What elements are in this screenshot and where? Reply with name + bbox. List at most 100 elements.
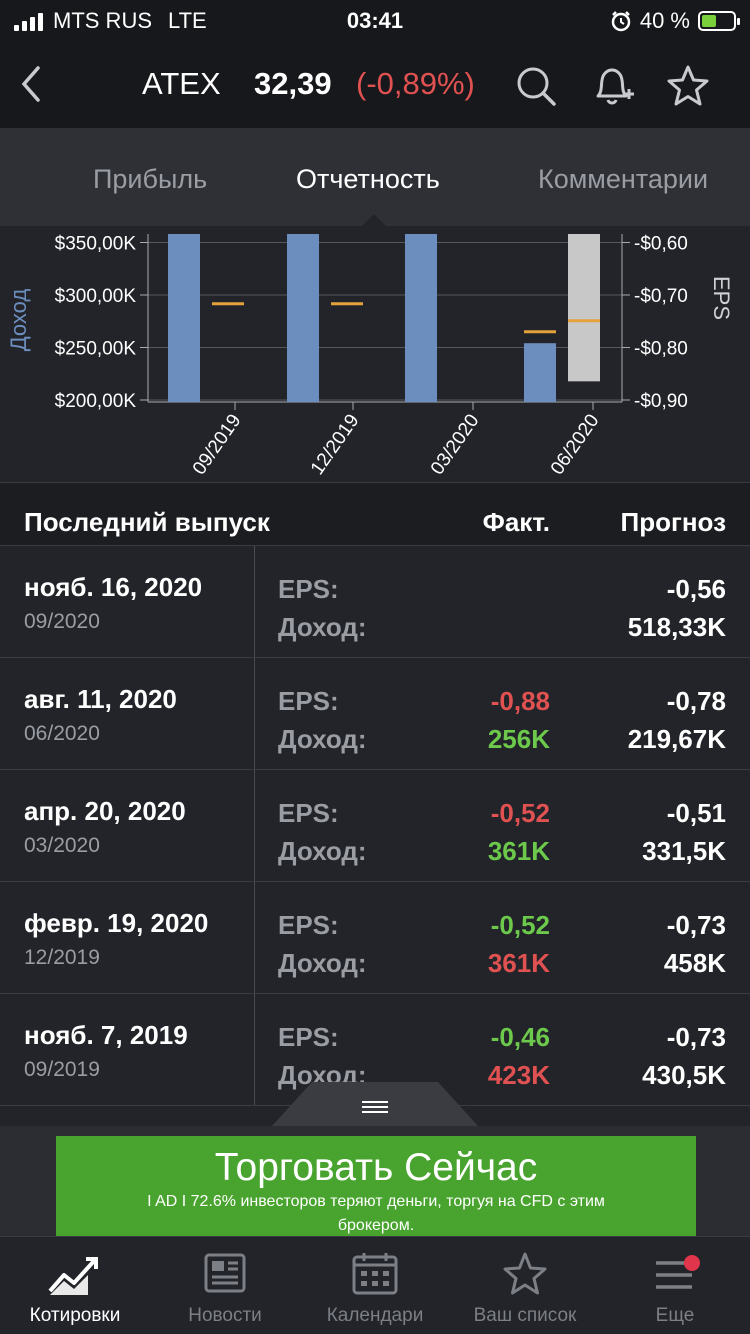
earnings-list: нояб. 16, 2020 09/2020 EPS: Доход: -0,56…: [0, 546, 750, 1106]
nav-more[interactable]: Еще: [600, 1237, 750, 1334]
battery-percent: 40 %: [639, 8, 690, 33]
period: 09/2019: [24, 1058, 100, 1081]
ad-disclaimer: I AD I 72.6% инвесторов теряют деньги, т…: [147, 1193, 605, 1234]
eps-label: EPS:: [278, 1022, 339, 1052]
ad-container: Торговать Сейчас I AD I 72.6% инвесторов…: [0, 1126, 750, 1236]
revenue-label: Доход:: [278, 612, 367, 642]
eps-label: EPS:: [278, 686, 339, 716]
revenue-label: Доход:: [278, 724, 367, 754]
tab-reports[interactable]: Отчетность: [296, 164, 440, 195]
revenue-forecast: 219,67K: [627, 724, 726, 754]
status-bar: MTS RUS LTE 03:41 40 %: [0, 0, 750, 44]
y-tick-label: $300,00K: [55, 286, 137, 307]
eps-actual: -0,52: [490, 910, 550, 940]
revenue-forecast: 518,33K: [627, 612, 726, 642]
y-tick-label: $350,00K: [55, 234, 137, 255]
chart-trend-icon: [48, 1257, 98, 1295]
revenue-label: Доход:: [278, 836, 367, 866]
eps-forecast: -0,73: [666, 1022, 726, 1052]
y2-tick-label: -$0,80: [634, 339, 688, 360]
battery-icon: [698, 11, 740, 31]
revenue-label: Доход:: [278, 948, 367, 978]
header-release: Последний выпуск: [24, 507, 270, 537]
ticker-symbol: ATEX: [142, 66, 221, 101]
alarm-icon: [611, 11, 631, 32]
tab-profit[interactable]: Прибыль: [93, 164, 207, 195]
x-tick-label: 12/2019: [307, 411, 364, 479]
nav-label: Календари: [326, 1305, 424, 1326]
eps-actual: -0,46: [490, 1022, 550, 1052]
header-actual: Факт.: [482, 507, 550, 537]
y-tick-label: $200,00K: [55, 391, 137, 412]
revenue-actual: 361K: [487, 836, 550, 866]
header-forecast: Прогноз: [620, 507, 726, 537]
period: 12/2019: [24, 946, 100, 969]
star-icon: [503, 1252, 547, 1295]
add-alert-icon[interactable]: [588, 62, 636, 110]
calendar-icon: [352, 1253, 398, 1295]
nav-news[interactable]: Новости: [150, 1237, 300, 1334]
earnings-chart: $350,00K -$0,60 $300,00K -$0,70 $250,00K -$0,…: [0, 226, 750, 482]
nav-label: Еще: [655, 1305, 695, 1326]
x-tick-label: 09/2019: [189, 411, 246, 479]
release-date: апр. 20, 2020: [24, 796, 186, 826]
last-price: 32,39: [254, 66, 332, 101]
tab-comments[interactable]: Комментарии: [538, 164, 708, 195]
drawer-handle[interactable]: [272, 1082, 478, 1126]
eps-actual: -0,52: [490, 798, 550, 828]
period: 06/2020: [24, 722, 100, 745]
release-date: нояб. 7, 2019: [24, 1020, 188, 1050]
nav-label: Котировки: [29, 1305, 121, 1326]
revenue-bar: [168, 234, 200, 402]
eps-actual: -0,88: [490, 686, 550, 716]
nav-quotes[interactable]: Котировки: [0, 1237, 150, 1334]
table-row[interactable]: апр. 20, 2020 03/2020 EPS: Доход: -0,52 …: [0, 770, 750, 882]
nav-calendars[interactable]: Календари: [300, 1237, 450, 1334]
table-row[interactable]: авг. 11, 2020 06/2020 EPS: Доход: -0,88 …: [0, 658, 750, 770]
table-row[interactable]: нояб. 16, 2020 09/2020 EPS: Доход: -0,56…: [0, 546, 750, 658]
period: 03/2020: [24, 834, 100, 857]
back-button[interactable]: [14, 62, 50, 106]
nav-label: Ваш список: [473, 1305, 577, 1326]
revenue-bar: [405, 234, 437, 402]
y-tick-label: $250,00K: [55, 339, 137, 360]
x-tick-label: 06/2020: [547, 411, 604, 479]
revenue-actual: 256K: [487, 724, 550, 754]
star-icon[interactable]: [664, 62, 712, 110]
header: ATEX 32,39 (-0,89%): [0, 44, 750, 128]
bottom-nav: Котировки Новости Календари Ваш список Е…: [0, 1236, 750, 1334]
notification-dot: [684, 1255, 700, 1271]
revenue-actual: 361K: [487, 948, 550, 978]
active-tab-indicator: [362, 214, 386, 226]
eps-label: EPS:: [278, 910, 339, 940]
revenue-bar: [287, 234, 319, 402]
revenue-forecast: 430,5K: [642, 1060, 726, 1090]
release-date: февр. 19, 2020: [24, 908, 209, 938]
x-tick-label: 03/2020: [427, 411, 484, 479]
eps-forecast: -0,56: [666, 574, 726, 604]
y2-axis-title: EPS: [709, 276, 734, 320]
search-icon[interactable]: [512, 62, 560, 110]
ad-title: Торговать Сейчас: [214, 1146, 538, 1189]
period: 09/2020: [24, 610, 100, 633]
eps-forecast: -0,78: [666, 686, 726, 716]
table-row[interactable]: февр. 19, 2020 12/2019 EPS: Доход: -0,52…: [0, 882, 750, 994]
forecast-revenue-bar: [568, 234, 600, 382]
y2-tick-label: -$0,60: [634, 234, 688, 255]
release-date: нояб. 16, 2020: [24, 572, 203, 602]
trade-now-banner[interactable]: Торговать Сейчас I AD I 72.6% инвесторов…: [56, 1136, 696, 1236]
revenue-forecast: 458K: [663, 948, 726, 978]
eps-forecast: -0,51: [666, 798, 726, 828]
newspaper-icon: [204, 1253, 246, 1293]
table-header: Последний выпуск Факт. Прогноз: [0, 482, 750, 546]
revenue-forecast: 331,5K: [642, 836, 726, 866]
nav-label: Новости: [188, 1305, 262, 1326]
nav-watchlist[interactable]: Ваш список: [450, 1237, 600, 1334]
release-date: авг. 11, 2020: [24, 684, 177, 714]
eps-forecast: -0,73: [666, 910, 726, 940]
eps-label: EPS:: [278, 574, 339, 604]
y2-tick-label: -$0,90: [634, 391, 688, 412]
tab-bar: Прибыль Отчетность Комментарии: [0, 128, 750, 226]
revenue-actual: 423K: [487, 1060, 550, 1090]
y2-tick-label: -$0,70: [634, 286, 688, 307]
